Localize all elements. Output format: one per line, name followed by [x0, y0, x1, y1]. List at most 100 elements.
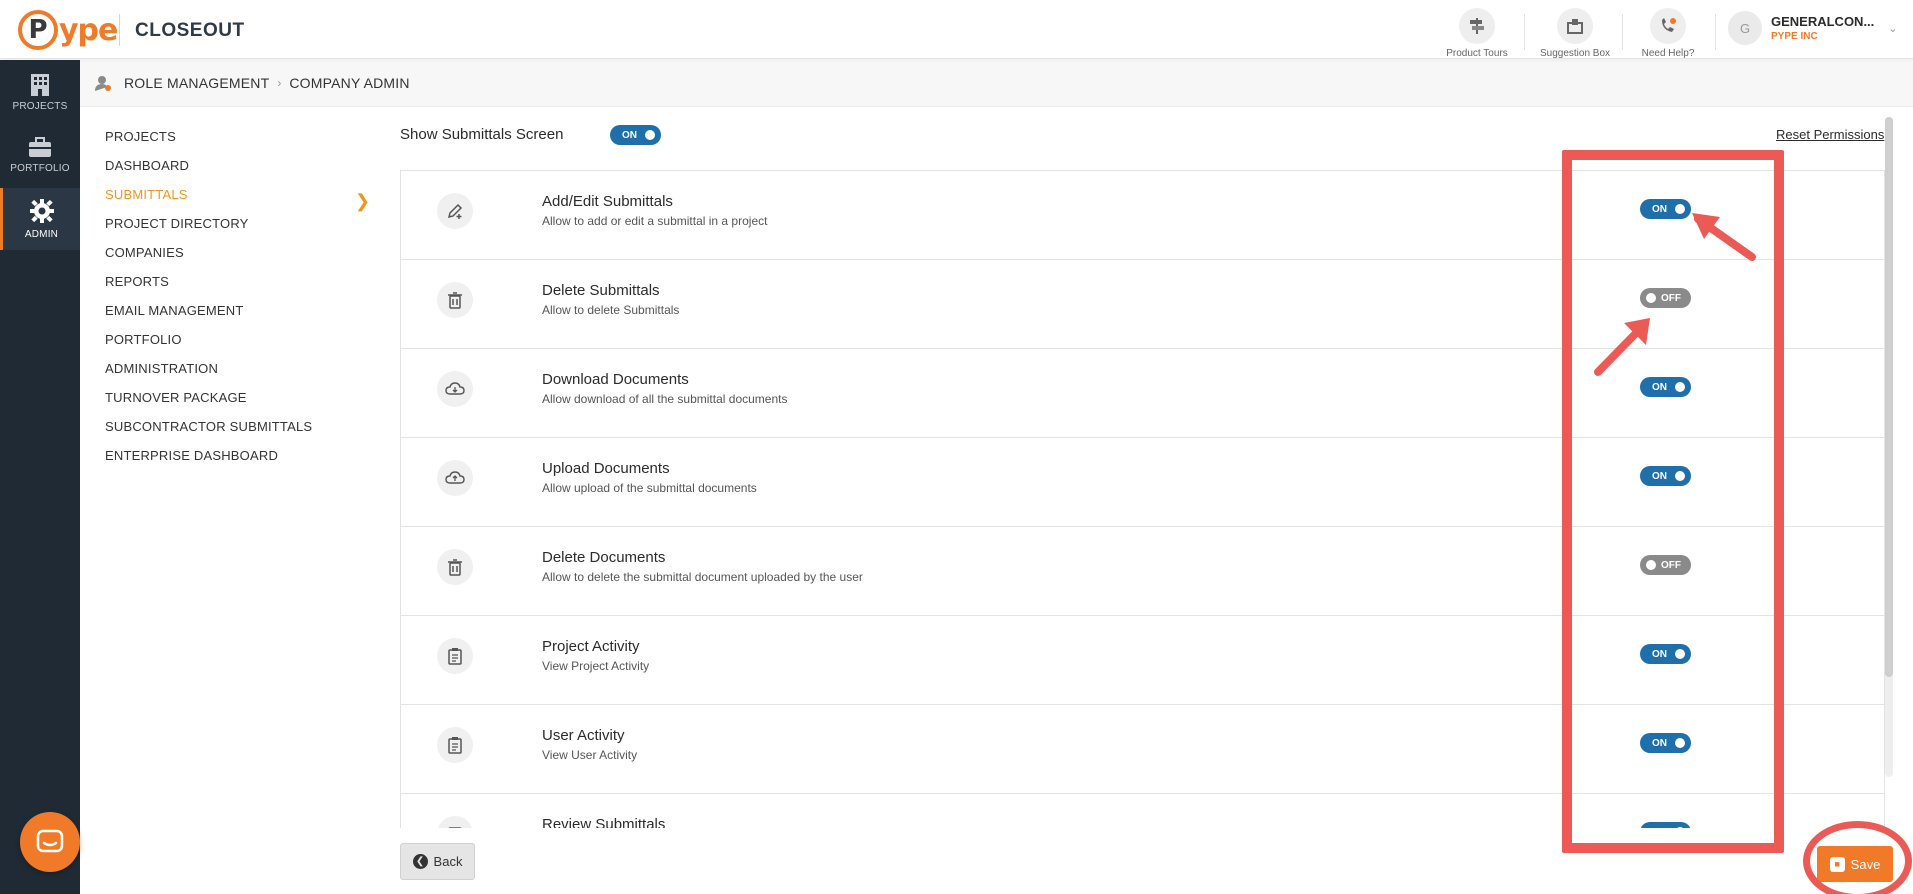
permission-title: Add/Edit Submittals	[542, 193, 673, 210]
user-company: PYPE INC	[1771, 31, 1818, 42]
trash-icon	[437, 282, 473, 318]
permission-desc: Allow to delete Submittals	[542, 303, 680, 317]
permission-toggle[interactable]: OFF	[1640, 555, 1691, 575]
permission-toggle[interactable]: OFF	[1640, 288, 1691, 308]
permission-row: User Activity View User Activity ON	[400, 705, 1885, 794]
breadcrumb-role-management[interactable]: ROLE MANAGEMENT	[124, 75, 269, 91]
permission-desc: Allow to delete the submittal document u…	[542, 570, 863, 584]
permission-toggle[interactable]: ON	[1640, 733, 1691, 753]
module-portfolio[interactable]: PORTFOLIO	[105, 332, 182, 347]
building-icon	[31, 74, 49, 96]
permission-title: Download Documents	[542, 371, 689, 388]
back-button-label: Back	[433, 854, 463, 869]
logo-mark: P	[18, 10, 58, 50]
briefcase-icon	[29, 137, 51, 157]
toggle-state: OFF	[1661, 292, 1681, 304]
trash-icon	[437, 549, 473, 585]
edit-pencil-icon	[437, 193, 473, 229]
role-user-icon	[95, 76, 111, 91]
permission-list-scrollbar[interactable]	[1885, 117, 1893, 777]
breadcrumb-company-admin: COMPANY ADMIN	[289, 75, 410, 91]
chat-launcher-button[interactable]	[20, 812, 80, 872]
nav-portfolio[interactable]: PORTFOLIO	[0, 124, 80, 186]
permission-row: Download Documents Allow download of all…	[400, 349, 1885, 438]
module-administration[interactable]: ADMINISTRATION	[105, 361, 218, 376]
module-email-management[interactable]: EMAIL MANAGEMENT	[105, 303, 244, 318]
permission-title: Review Submittals	[542, 816, 666, 828]
module-turnover-package[interactable]: TURNOVER PACKAGE	[105, 390, 247, 405]
module-submittals[interactable]: SUBMITTALS	[105, 187, 188, 202]
permission-list: Add/Edit Submittals Allow to add or edit…	[400, 170, 1885, 828]
need-help-button[interactable]: Need Help?	[1623, 8, 1713, 59]
nav-projects[interactable]: PROJECTS	[0, 60, 80, 122]
show-screen-label: Show Submittals Screen	[400, 126, 564, 143]
permission-toggle[interactable]: ON	[1640, 377, 1691, 397]
module-subcontractor-submittals[interactable]: SUBCONTRACTOR SUBMITTALS	[105, 419, 312, 434]
permission-row: Review Submittals ON	[400, 794, 1885, 828]
show-screen-toggle[interactable]: ON	[610, 125, 661, 145]
toggle-state: ON	[1652, 737, 1667, 749]
permission-title: Upload Documents	[542, 460, 670, 477]
gear-icon	[29, 199, 54, 223]
module-enterprise-dashboard[interactable]: ENTERPRISE DASHBOARD	[105, 448, 278, 463]
toggle-state: ON	[1652, 827, 1667, 829]
permission-toggle[interactable]: ON	[1640, 644, 1691, 664]
permission-toggle[interactable]: ON	[1640, 199, 1691, 219]
permission-title: User Activity	[542, 727, 625, 744]
permission-title: Delete Submittals	[542, 282, 660, 299]
logo-text: ype	[59, 12, 118, 48]
product-tours-button[interactable]: Product Tours	[1432, 8, 1522, 59]
permissions-panel: Show Submittals Screen ON Reset Permissi…	[400, 107, 1893, 894]
permission-desc: Allow upload of the submittal documents	[542, 481, 757, 495]
nav-admin[interactable]: ADMIN	[0, 188, 80, 250]
reset-permissions-link[interactable]: Reset Permissions	[1776, 127, 1884, 142]
clipboard-icon	[437, 727, 473, 763]
chevron-down-icon: ⌄	[1888, 22, 1898, 35]
module-companies[interactable]: COMPANIES	[105, 245, 184, 260]
user-name: GENERALCON...	[1771, 14, 1875, 29]
suggestion-box-label: Suggestion Box	[1539, 48, 1611, 59]
permission-desc: Allow to add or edit a submittal in a pr…	[542, 214, 768, 228]
module-reports[interactable]: REPORTS	[105, 274, 169, 289]
need-help-label: Need Help?	[1641, 48, 1695, 59]
nav-portfolio-label: PORTFOLIO	[10, 163, 70, 174]
permission-row: Delete Submittals Allow to delete Submit…	[400, 260, 1885, 349]
permission-row: Upload Documents Allow upload of the sub…	[400, 438, 1885, 527]
toggle-state: OFF	[1661, 559, 1681, 571]
app-title: CLOSEOUT	[135, 20, 245, 41]
scroll-thumb[interactable]	[1885, 117, 1893, 677]
cloud-upload-icon	[437, 460, 473, 496]
signpost-icon	[1459, 8, 1495, 44]
permission-desc: View Project Activity	[542, 659, 650, 673]
permission-title: Delete Documents	[542, 549, 666, 566]
module-project-directory[interactable]: PROJECT DIRECTORY	[105, 216, 249, 231]
top-header: P ype CLOSEOUT Product Tours Suggestion …	[0, 0, 1913, 59]
breadcrumb: ROLE MANAGEMENT › COMPANY ADMIN	[80, 60, 1913, 107]
save-disk-icon: ■	[1829, 856, 1845, 872]
cloud-download-icon	[437, 371, 473, 407]
permission-toggle[interactable]: ON	[1640, 822, 1691, 828]
save-button[interactable]: ■ Save	[1817, 846, 1893, 882]
tool-divider	[1715, 14, 1716, 50]
logo-divider	[119, 14, 120, 46]
toggle-state: ON	[1652, 470, 1667, 482]
permission-desc: View User Activity	[542, 748, 638, 762]
review-icon	[437, 816, 473, 828]
help-phone-icon	[1650, 8, 1686, 44]
toggle-state: ON	[1652, 381, 1667, 393]
avatar: G	[1728, 11, 1762, 45]
pype-logo[interactable]: P ype	[18, 9, 118, 51]
product-tours-label: Product Tours	[1446, 48, 1508, 59]
module-dashboard[interactable]: DASHBOARD	[105, 158, 189, 173]
user-menu[interactable]: G GENERALCON... PYPE INC ⌄	[1728, 11, 1898, 45]
chevron-right-icon: ›	[277, 76, 282, 90]
toggle-state: ON	[1652, 648, 1667, 660]
permission-toggle[interactable]: ON	[1640, 466, 1691, 486]
chevron-right-icon: ❯	[355, 191, 371, 211]
toggle-state: ON	[622, 129, 637, 141]
suggestion-box-button[interactable]: Suggestion Box	[1530, 8, 1620, 59]
toggle-state: ON	[1652, 203, 1667, 215]
nav-projects-label: PROJECTS	[12, 101, 68, 112]
module-projects[interactable]: PROJECTS	[105, 129, 176, 144]
back-button[interactable]: ❮ Back	[400, 843, 475, 880]
